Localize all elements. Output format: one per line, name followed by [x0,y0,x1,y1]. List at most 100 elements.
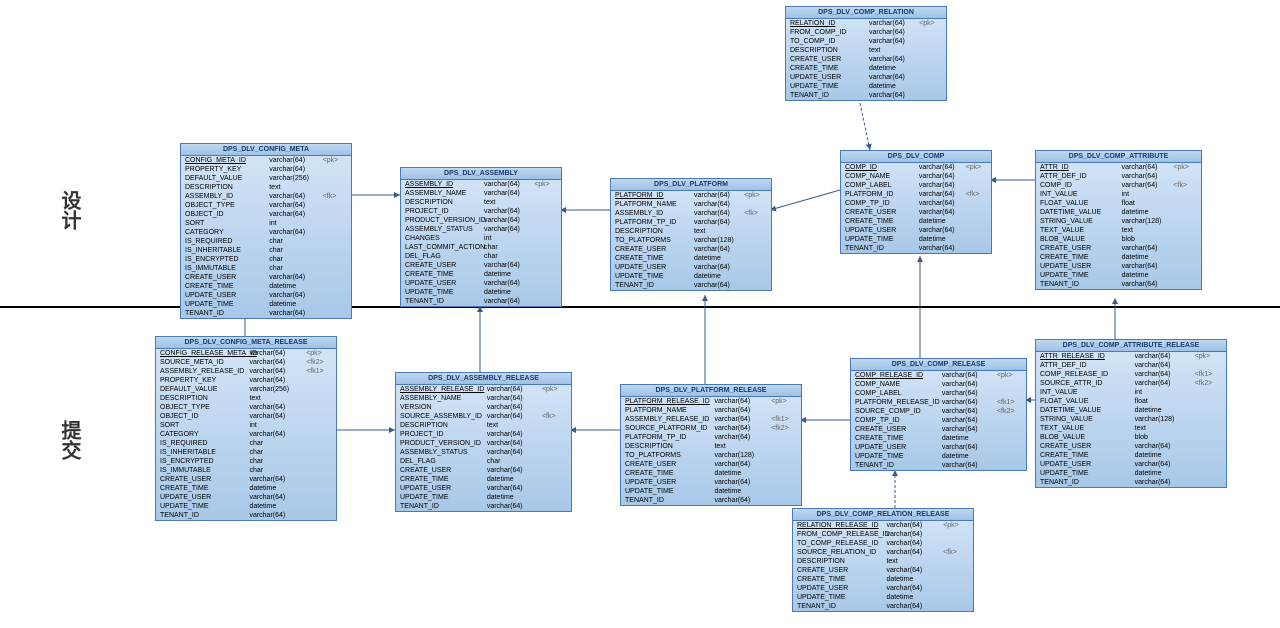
table-column: DESCRIPTIONtext [793,557,973,566]
table-column: UPDATE_TIMEdatetime [156,502,336,511]
table-column: TENANT_IDvarchar(64) [851,461,1026,470]
table-column: UPDATE_USERvarchar(64) [621,478,801,487]
table-column: SOURCE_ASSEMBLY_IDvarchar(64)<fk> [396,412,571,421]
table-column: CREATE_TIMEdatetime [841,217,991,226]
table-column: DEL_FLAGchar [396,457,571,466]
table-column: IS_IMMUTABLEchar [181,264,351,273]
table-title: DPS_DLV_COMP_RELEASE [851,359,1026,371]
entity-table-platform_rel: DPS_DLV_PLATFORM_RELEASEPLATFORM_RELEASE… [620,384,802,506]
table-column: PLATFORM_TP_IDvarchar(64) [611,218,771,227]
table-column: SOURCE_RELATION_IDvarchar(64)<fk> [793,548,973,557]
table-column: UPDATE_USERvarchar(64) [181,291,351,300]
table-column: INT_VALUEint [1036,388,1226,397]
table-column: SORTint [181,219,351,228]
table-column: CREATE_TIMEdatetime [181,282,351,291]
table-column: PLATFORM_NAMEvarchar(64) [621,406,801,415]
table-column: ASSEMBLY_STATUSvarchar(64) [396,448,571,457]
table-title: DPS_DLV_COMP_RELATION_RELEASE [793,509,973,521]
table-column: CREATE_USERvarchar(64) [1036,442,1226,451]
table-column: ASSEMBLY_IDvarchar(64)<fk> [611,209,771,218]
table-column: SOURCE_COMP_IDvarchar(64)<fk2> [851,407,1026,416]
table-column: COMP_NAMEvarchar(64) [841,172,991,181]
table-column: UPDATE_TIMEdatetime [851,452,1026,461]
table-column: COMP_LABELvarchar(64) [851,389,1026,398]
table-column: FLOAT_VALUEfloat [1036,199,1201,208]
table-title: DPS_DLV_CONFIG_META_RELEASE [156,337,336,349]
label-design: 设计 [55,190,84,230]
table-column: CREATE_USERvarchar(64) [793,566,973,575]
table-column: CATEGORYvarchar(64) [181,228,351,237]
entity-table-assembly_rel: DPS_DLV_ASSEMBLY_RELEASEASSEMBLY_RELEASE… [395,372,572,512]
table-column: DEFAULT_VALUEvarchar(256) [156,385,336,394]
table-column: DESCRIPTIONtext [401,198,561,207]
table-column: CREATE_USERvarchar(64) [621,460,801,469]
table-column: SOURCE_PLATFORM_IDvarchar(64)<fk2> [621,424,801,433]
table-column: UPDATE_USERvarchar(64) [156,493,336,502]
table-column: IS_ENCRYPTEDchar [156,457,336,466]
table-column: STRING_VALUEvarchar(128) [1036,415,1226,424]
table-title: DPS_DLV_PLATFORM_RELEASE [621,385,801,397]
table-column: PROJECT_IDvarchar(64) [401,207,561,216]
table-column: CREATE_TIMEdatetime [396,475,571,484]
table-column: DESCRIPTIONtext [621,442,801,451]
table-column: ASSEMBLY_STATUSvarchar(64) [401,225,561,234]
table-column: TEXT_VALUEtext [1036,424,1226,433]
table-column: TENANT_IDvarchar(64) [181,309,351,318]
table-column: DESCRIPTIONtext [786,46,946,55]
entity-table-comp: DPS_DLV_COMPCOMP_IDvarchar(64)<pk>COMP_N… [840,150,992,254]
table-column: UPDATE_TIMEdatetime [611,272,771,281]
table-column: PLATFORM_TP_IDvarchar(64) [621,433,801,442]
table-title: DPS_DLV_COMP_ATTRIBUTE [1036,151,1201,163]
table-column: UPDATE_TIMEdatetime [793,593,973,602]
table-column: IS_REQUIREDchar [181,237,351,246]
table-column: PLATFORM_NAMEvarchar(64) [611,200,771,209]
entity-table-comp_attr_rel: DPS_DLV_COMP_ATTRIBUTE_RELEASEATTR_RELEA… [1035,339,1227,488]
table-column: DESCRIPTIONtext [611,227,771,236]
table-column: RELATION_IDvarchar(64)<pk> [786,19,946,28]
table-column: VERSIONvarchar(64) [396,403,571,412]
label-submit: 提交 [55,420,84,460]
table-column: OBJECT_TYPEvarchar(64) [181,201,351,210]
table-column: PLATFORM_RELEASE_IDvarchar(64)<fk1> [851,398,1026,407]
table-column: BLOB_VALUEblob [1036,433,1226,442]
table-column: RELATION_RELEASE_IDvarchar(64)<pk> [793,521,973,530]
table-column: OBJECT_TYPEvarchar(64) [156,403,336,412]
table-column: UPDATE_USERvarchar(64) [401,279,561,288]
table-column: IS_INHERITABLEchar [181,246,351,255]
table-column: UPDATE_TIMEdatetime [396,493,571,502]
table-column: CREATE_TIMEdatetime [793,575,973,584]
table-title: DPS_DLV_ASSEMBLY_RELEASE [396,373,571,385]
entity-table-comp_relation_rel: DPS_DLV_COMP_RELATION_RELEASERELATION_RE… [792,508,974,612]
table-column: UPDATE_USERvarchar(64) [1036,262,1201,271]
table-column: TO_COMP_IDvarchar(64) [786,37,946,46]
table-column: UPDATE_TIMEdatetime [841,235,991,244]
table-column: CREATE_TIMEdatetime [156,484,336,493]
table-column: FROM_COMP_IDvarchar(64) [786,28,946,37]
table-column: COMP_IDvarchar(64)<fk> [1036,181,1201,190]
table-column: STRING_VALUEvarchar(128) [1036,217,1201,226]
table-column: CREATE_USERvarchar(64) [1036,244,1201,253]
table-column: COMP_RELEASE_IDvarchar(64)<pk> [851,371,1026,380]
entity-table-platform: DPS_DLV_PLATFORMPLATFORM_IDvarchar(64)<p… [610,178,772,291]
entity-table-assembly: DPS_DLV_ASSEMBLYASSEMBLY_IDvarchar(64)<p… [400,167,562,307]
table-column: PRODUCT_VERSION_IDvarchar(64) [396,439,571,448]
table-column: OBJECT_IDvarchar(64) [181,210,351,219]
table-column: IS_REQUIREDchar [156,439,336,448]
table-column: UPDATE_USERvarchar(64) [841,226,991,235]
table-title: DPS_DLV_COMP_RELATION [786,7,946,19]
table-column: ASSEMBLY_RELEASE_IDvarchar(64)<fk1> [621,415,801,424]
table-column: CREATE_USERvarchar(64) [611,245,771,254]
table-column: COMP_TP_IDvarchar(64) [841,199,991,208]
table-column: ASSEMBLY_IDvarchar(64)<fk> [181,192,351,201]
table-column: UPDATE_TIMEdatetime [621,487,801,496]
table-column: UPDATE_USERvarchar(64) [396,484,571,493]
entity-table-config_meta_rel: DPS_DLV_CONFIG_META_RELEASECONFIG_RELEAS… [155,336,337,521]
table-column: CHANGESint [401,234,561,243]
table-title: DPS_DLV_COMP [841,151,991,163]
table-column: CREATE_TIMEdatetime [621,469,801,478]
table-column: CREATE_USERvarchar(64) [841,208,991,217]
table-column: DEL_FLAGchar [401,252,561,261]
table-column: CREATE_USERvarchar(64) [181,273,351,282]
table-column: COMP_RELEASE_IDvarchar(64)<fk1> [1036,370,1226,379]
table-column: CREATE_USERvarchar(64) [851,425,1026,434]
